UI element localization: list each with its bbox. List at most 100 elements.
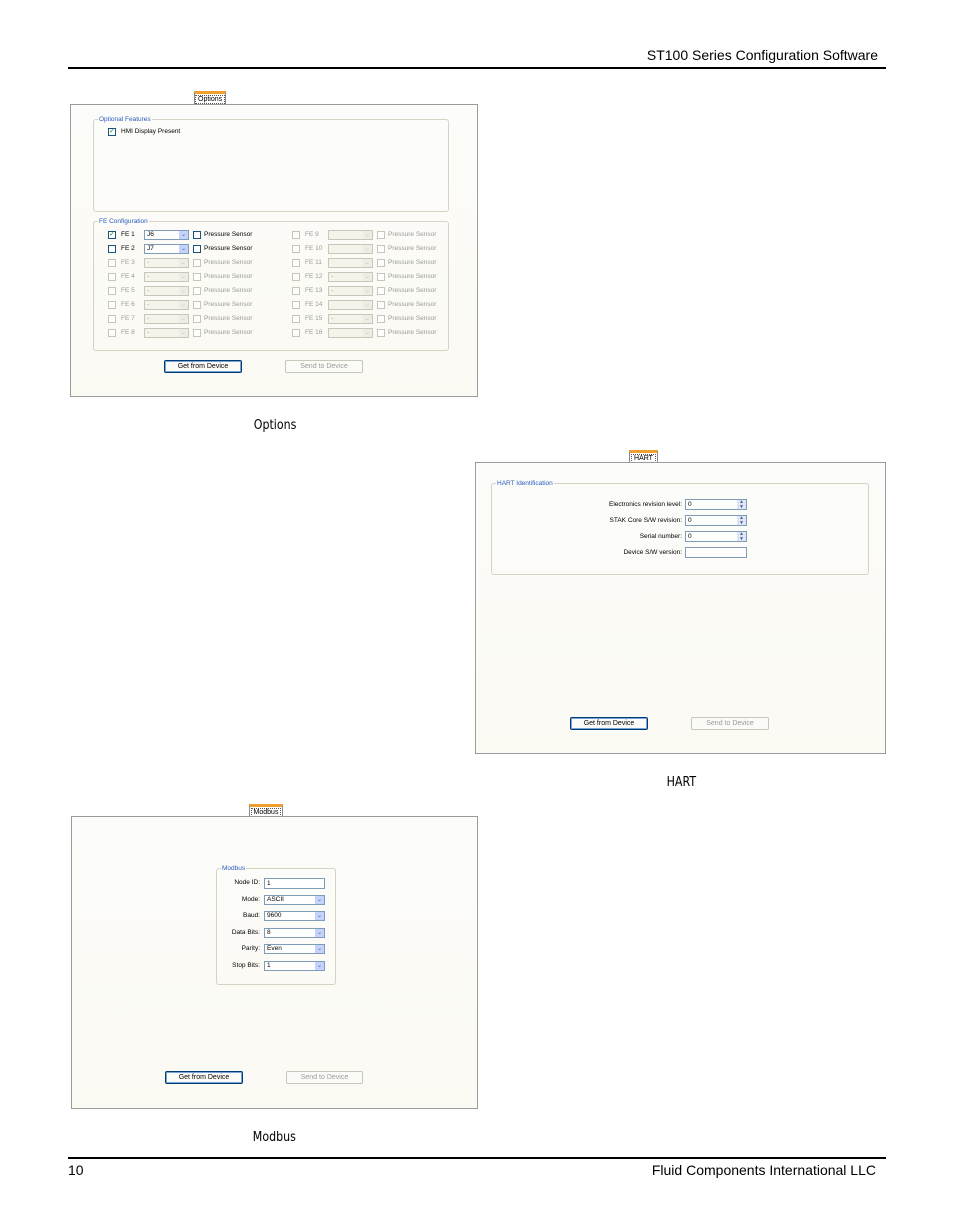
pressure-sensor-checkbox[interactable] xyxy=(377,287,385,295)
fe-connector-select[interactable]: J6 ⌄ xyxy=(144,230,189,240)
pressure-sensor-checkbox[interactable] xyxy=(377,231,385,239)
chevron-down-icon: ⌄ xyxy=(179,301,188,309)
options-send-to-device-button[interactable]: Send to Device xyxy=(285,360,363,373)
tab-options-label: Options xyxy=(195,95,226,104)
modbus-input[interactable]: 1 xyxy=(264,878,325,889)
fe-connector-select[interactable]: - ⌄ xyxy=(144,272,189,282)
chevron-down-icon: ⌄ xyxy=(179,329,188,337)
chevron-down-icon: ⌄ xyxy=(179,259,188,267)
modbus-get-from-device-button[interactable]: Get from Device xyxy=(165,1071,243,1084)
fe-checkbox[interactable] xyxy=(292,259,300,267)
pressure-sensor-checkbox[interactable] xyxy=(193,301,201,309)
chevron-down-icon: ⌄ xyxy=(363,287,372,295)
chevron-down-icon: ⌄ xyxy=(363,259,372,267)
fe-checkbox[interactable] xyxy=(108,287,116,295)
pressure-sensor-checkbox[interactable] xyxy=(193,259,201,267)
modbus-field-label: Mode: xyxy=(241,895,260,903)
pressure-sensor-checkbox[interactable] xyxy=(377,259,385,267)
modbus-send-to-device-button[interactable]: Send to Device xyxy=(286,1071,363,1084)
pressure-sensor-checkbox[interactable] xyxy=(377,301,385,309)
fe-connector-select[interactable]: - ⌄ xyxy=(144,328,189,338)
fe-connector-select[interactable]: ⌄ xyxy=(328,244,373,254)
pressure-sensor-checkbox[interactable] xyxy=(377,329,385,337)
spinner-arrows-icon[interactable]: ▲ ▼ xyxy=(737,516,746,525)
fe-connector-value: - xyxy=(147,287,150,294)
fe-connector-select[interactable]: ⌄ xyxy=(328,328,373,338)
chevron-down-icon: ⌄ xyxy=(363,315,372,323)
hart-field-spinner[interactable]: 0 ▲ ▼ xyxy=(685,499,747,510)
hart-send-to-device-button[interactable]: Send to Device xyxy=(691,717,769,730)
fe-connector-select[interactable]: - ⌄ xyxy=(328,314,373,324)
pressure-sensor-checkbox[interactable] xyxy=(377,315,385,323)
chevron-down-icon: ⌄ xyxy=(363,301,372,309)
hart-field-value: 0 xyxy=(688,501,692,508)
pressure-sensor-checkbox[interactable] xyxy=(377,245,385,253)
fe-connector-select[interactable]: ⌄ xyxy=(328,300,373,310)
fe-checkbox[interactable] xyxy=(292,287,300,295)
options-panel: Optional Features ✓ HMI Display Present … xyxy=(70,104,478,397)
modbus-field-label: Parity: xyxy=(241,945,260,953)
modbus-select[interactable]: Even ⌄ xyxy=(264,944,325,955)
fe-connector-select[interactable]: ⌄ xyxy=(328,258,373,268)
modbus-legend: Modbus xyxy=(221,864,247,873)
fe-connector-value: - xyxy=(331,287,334,294)
fe-connector-select[interactable]: - ⌄ xyxy=(144,286,189,296)
pressure-sensor-checkbox[interactable] xyxy=(377,273,385,281)
pressure-sensor-checkbox[interactable] xyxy=(193,245,201,253)
fe-connector-select[interactable]: - ⌄ xyxy=(144,300,189,310)
pressure-sensor-checkbox[interactable] xyxy=(193,231,201,239)
hart-get-from-device-button[interactable]: Get from Device xyxy=(570,717,648,730)
fe-checkbox[interactable] xyxy=(108,245,116,253)
fe-connector-select[interactable]: - ⌄ xyxy=(328,286,373,296)
spinner-arrows-icon[interactable]: ▲ ▼ xyxy=(737,532,746,541)
hart-field-label: Serial number: xyxy=(639,533,682,540)
fe-connector-select[interactable]: - ⌄ xyxy=(144,314,189,324)
fe-checkbox[interactable] xyxy=(292,329,300,337)
fe-connector-value: J6 xyxy=(147,231,154,238)
chevron-down-icon: ⌄ xyxy=(363,231,372,239)
hart-field-spinner[interactable]: 0 ▲ ▼ xyxy=(685,515,747,526)
fe-connector-select[interactable]: - ⌄ xyxy=(328,272,373,282)
fe-label: FE 3 xyxy=(121,259,135,266)
optional-features-group: Optional Features ✓ HMI Display Present xyxy=(93,115,449,212)
fe-checkbox[interactable] xyxy=(108,329,116,337)
hart-field-spinner[interactable]: 0 ▲ ▼ xyxy=(685,531,747,542)
modbus-group: Modbus Node ID: 1 Mode: ASCII ⌄ Baud: 9600 ⌄ Dat… xyxy=(216,864,336,985)
fe-checkbox[interactable] xyxy=(292,301,300,309)
fe-checkbox[interactable]: ✓ xyxy=(108,231,116,239)
fe-checkbox[interactable] xyxy=(108,301,116,309)
fe-configuration-group: FE Configuration ✓ FE 1 J6 ⌄ Pressure Sensor… xyxy=(93,217,449,351)
modbus-select[interactable]: 1 ⌄ xyxy=(264,961,325,971)
fe-connector-select[interactable]: - ⌄ xyxy=(144,258,189,268)
spinner-arrows-icon[interactable]: ▲ ▼ xyxy=(737,500,746,509)
hart-field-label: STAK Core S/W revision: xyxy=(609,517,682,524)
hmi-display-checkbox[interactable]: ✓ xyxy=(108,128,116,136)
hart-field-input[interactable] xyxy=(685,547,747,558)
pressure-sensor-label: Pressure Sensor xyxy=(204,301,253,308)
options-get-from-device-button[interactable]: Get from Device xyxy=(164,360,242,373)
fe-connector-value: J7 xyxy=(147,245,154,252)
fe-checkbox[interactable] xyxy=(292,245,300,253)
fe-checkbox[interactable] xyxy=(292,231,300,239)
fe-connector-select[interactable]: J7 ⌄ xyxy=(144,244,189,254)
modbus-field-value: 8 xyxy=(267,928,271,936)
pressure-sensor-checkbox[interactable] xyxy=(193,315,201,323)
fe-connector-select[interactable]: ⌄ xyxy=(328,230,373,240)
fe-checkbox[interactable] xyxy=(292,315,300,323)
modbus-field-label: Baud: xyxy=(243,912,260,920)
pressure-sensor-checkbox[interactable] xyxy=(193,273,201,281)
modbus-select[interactable]: 8 ⌄ xyxy=(264,927,325,938)
hart-panel: HART Identification Electronics revision… xyxy=(475,462,886,754)
fe-checkbox[interactable] xyxy=(108,315,116,323)
pressure-sensor-checkbox[interactable] xyxy=(193,329,201,337)
fe-label: FE 7 xyxy=(121,315,135,322)
tab-options[interactable]: Options xyxy=(194,91,226,105)
fe-checkbox[interactable] xyxy=(108,259,116,267)
pressure-sensor-label: Pressure Sensor xyxy=(204,315,253,322)
pressure-sensor-checkbox[interactable] xyxy=(193,287,201,295)
modbus-select[interactable]: ASCII ⌄ xyxy=(264,894,325,905)
fe-checkbox[interactable] xyxy=(108,273,116,281)
modbus-select[interactable]: 9600 ⌄ xyxy=(264,911,325,922)
fe-checkbox[interactable] xyxy=(292,273,300,281)
hart-caption: HART xyxy=(666,775,697,790)
